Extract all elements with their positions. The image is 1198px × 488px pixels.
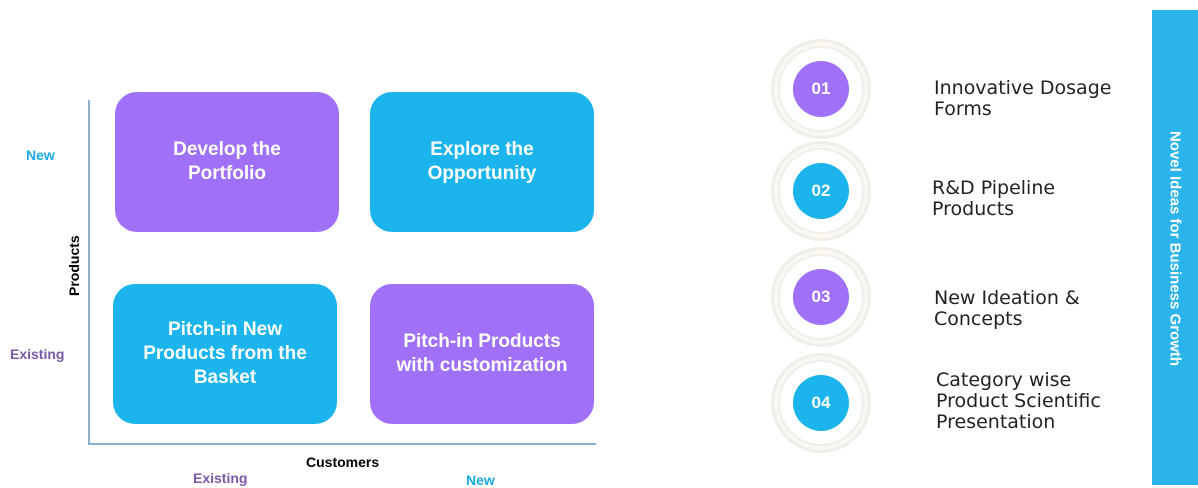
quadrant-pitch-in-customization: Pitch-in Products with customization [370,284,594,424]
column-label-new: New [466,472,495,488]
quadrant-explore-opportunity: Explore the Opportunity [370,92,594,232]
x-axis-line [88,443,596,445]
step-text-04: Category wise Product Scientific Present… [936,369,1101,433]
step-number-badge: 01 [793,61,849,117]
quadrant-pitch-in-new-products: Pitch-in New Products from the Basket [113,284,337,424]
quadrant-label: Explore the Opportunity [427,139,537,184]
quadrant-label: Pitch-in New Products from the Basket [143,319,307,388]
y-axis-line [88,100,90,444]
step-number-badge: 02 [793,163,849,219]
quadrant-label: Develop the Portfolio [173,139,281,184]
side-banner-title: Novel Ideas for Business Growth [1166,130,1184,367]
x-axis-title: Customers [306,454,380,470]
step-text-03: New Ideation & Concepts [934,287,1080,330]
step-ring-03: 03 [780,256,862,338]
step-ring-02: 02 [780,150,862,232]
row-label-new: New [26,147,55,163]
step-ring-01: 01 [780,48,862,130]
row-label-existing: Existing [10,346,65,362]
step-number-badge: 04 [793,375,849,431]
step-ring-04: 04 [780,362,862,444]
y-axis-title: Products [66,235,82,296]
step-text-02: R&D Pipeline Products [932,177,1056,220]
quadrant-label: Pitch-in Products with customization [396,331,568,376]
column-label-existing: Existing [193,470,248,486]
quadrant-develop-portfolio: Develop the Portfolio [115,92,339,232]
step-text-01: Innovative Dosage Forms [934,77,1112,120]
step-number-badge: 03 [793,269,849,325]
